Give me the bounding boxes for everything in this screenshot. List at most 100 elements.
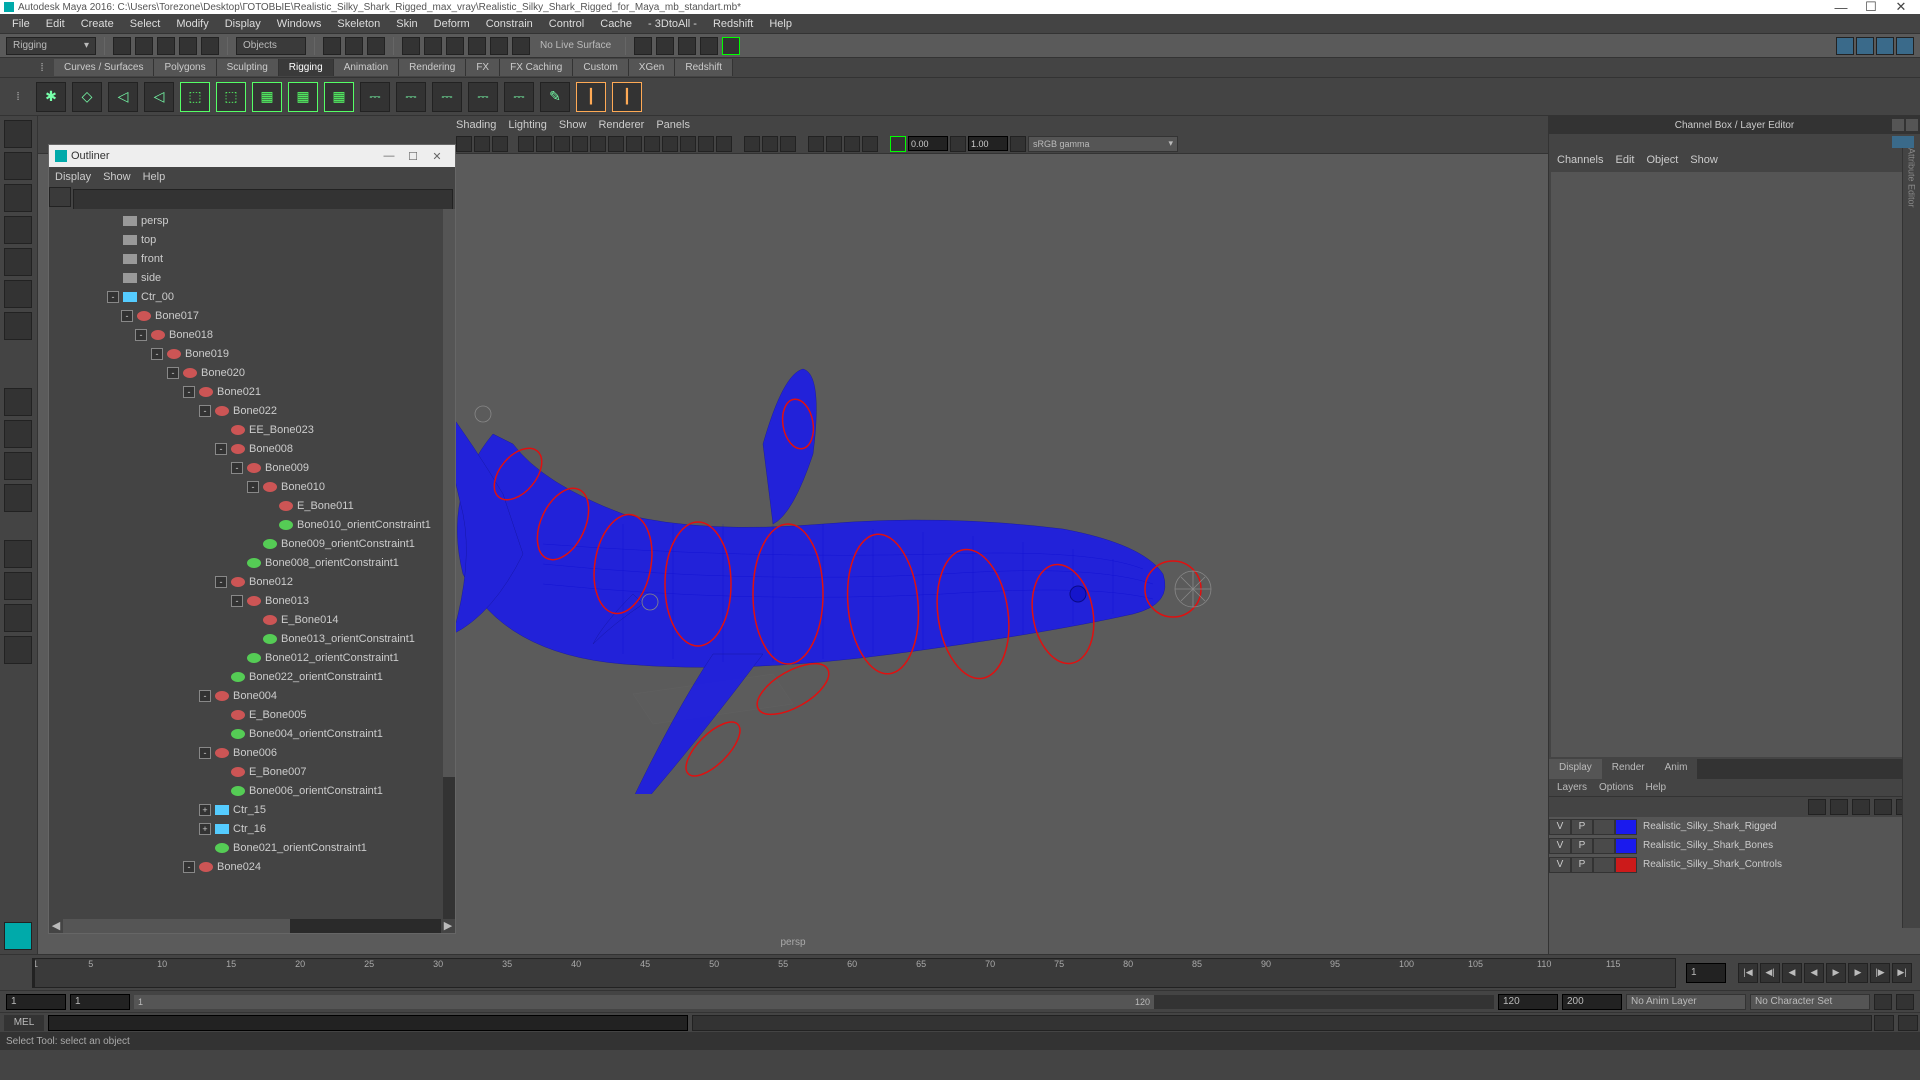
rigging-icon[interactable]: ◁ [108, 82, 138, 112]
snap-curve-icon[interactable] [345, 37, 363, 55]
layout-icon[interactable] [4, 540, 32, 568]
outliner-filter-icon[interactable] [49, 187, 71, 207]
outliner-menu-show[interactable]: Show [103, 171, 131, 183]
expand-icon[interactable]: - [151, 348, 163, 360]
layout-icon[interactable] [4, 604, 32, 632]
tree-item[interactable]: -Bone017 [53, 306, 451, 325]
layer-color-swatch[interactable] [1615, 857, 1637, 873]
joint-tool-icon[interactable]: ✱ [36, 82, 66, 112]
cb-menu-object[interactable]: Object [1646, 154, 1678, 166]
constraint-icon[interactable]: ⎓ [360, 82, 390, 112]
step-fwd-button[interactable]: ▶ [1848, 963, 1868, 983]
anim-layer-dropdown[interactable]: No Anim Layer [1626, 994, 1746, 1010]
tree-item[interactable]: Bone012_orientConstraint1 [53, 648, 451, 667]
time-slider[interactable]: 1510152025303540455055606570758085909510… [0, 954, 1920, 990]
cb-menu-edit[interactable]: Edit [1615, 154, 1634, 166]
layer-btn-icon[interactable] [1874, 799, 1892, 815]
sym-icon[interactable] [490, 37, 508, 55]
layout-icon[interactable] [4, 452, 32, 480]
live-surface-icon[interactable] [512, 37, 530, 55]
menu-constrain[interactable]: Constrain [478, 18, 541, 30]
menu-windows[interactable]: Windows [269, 18, 330, 30]
playback-end-field[interactable]: 120 [1498, 994, 1558, 1010]
layer-playback-toggle[interactable]: P [1571, 838, 1593, 854]
tree-item[interactable]: E_Bone014 [53, 610, 451, 629]
ik-handle-icon[interactable]: ◇ [72, 82, 102, 112]
outliner-hscroll[interactable]: ◀▶ [49, 919, 455, 933]
constraint-icon[interactable]: ⎓ [504, 82, 534, 112]
expand-icon[interactable]: - [199, 747, 211, 759]
menu-select[interactable]: Select [122, 18, 169, 30]
outliner-search-field[interactable] [73, 189, 453, 211]
layer-row[interactable]: VPRealistic_Silky_Shark_Rigged [1549, 817, 1920, 836]
tree-item[interactable]: -Bone006 [53, 743, 451, 762]
tree-item[interactable]: Bone004_orientConstraint1 [53, 724, 451, 743]
layer-tab-anim[interactable]: Anim [1655, 759, 1698, 779]
step-back-button[interactable]: ◀ [1782, 963, 1802, 983]
vp-icon[interactable] [716, 136, 732, 152]
render-settings-icon[interactable] [678, 37, 696, 55]
ipr-icon[interactable] [656, 37, 674, 55]
layer-tab-render[interactable]: Render [1602, 759, 1655, 779]
current-frame-field[interactable]: 1 [1686, 963, 1726, 983]
skin-bind-icon[interactable]: ⬚ [180, 82, 210, 112]
outliner-close-button[interactable]: ✕ [425, 150, 449, 163]
vp-menu-lighting[interactable]: Lighting [508, 119, 547, 131]
play-button[interactable]: ▶ [1826, 963, 1846, 983]
vp-icon[interactable] [826, 136, 842, 152]
sym-icon[interactable] [424, 37, 442, 55]
tree-item[interactable]: -Bone018 [53, 325, 451, 344]
menu-edit[interactable]: Edit [38, 18, 73, 30]
shelf-tab-polygons[interactable]: Polygons [154, 59, 216, 76]
vp-menu-panels[interactable]: Panels [656, 119, 690, 131]
command-input[interactable] [48, 1015, 688, 1031]
tree-item[interactable]: Bone022_orientConstraint1 [53, 667, 451, 686]
character-set-dropdown[interactable]: No Character Set [1750, 994, 1870, 1010]
layer-type-cell[interactable] [1593, 819, 1615, 835]
constraint-icon[interactable]: ⎓ [468, 82, 498, 112]
shelf-tab-xgen[interactable]: XGen [629, 59, 676, 76]
shelf-tab-animation[interactable]: Animation [334, 59, 399, 76]
layer-playback-toggle[interactable]: P [1571, 819, 1593, 835]
outliner-maximize-button[interactable]: ☐ [401, 150, 425, 163]
layer-color-swatch[interactable] [1615, 819, 1637, 835]
menu-file[interactable]: File [4, 18, 38, 30]
vp-textured-icon[interactable] [554, 136, 570, 152]
timeline-ruler[interactable]: 1510152025303540455055606570758085909510… [32, 958, 1676, 988]
layer-color-swatch[interactable] [1615, 838, 1637, 854]
layer-menu-options[interactable]: Options [1599, 782, 1633, 793]
expand-icon[interactable]: - [183, 861, 195, 873]
paint-weights-icon[interactable]: ✎ [540, 82, 570, 112]
vp-shaded-icon[interactable] [536, 136, 552, 152]
expand-icon[interactable]: + [199, 804, 211, 816]
tree-item[interactable]: Bone013_orientConstraint1 [53, 629, 451, 648]
expand-icon[interactable]: + [199, 823, 211, 835]
tree-item[interactable]: front [53, 249, 451, 268]
layer-type-cell[interactable] [1593, 838, 1615, 854]
minimize-button[interactable]: — [1826, 0, 1856, 15]
tree-item[interactable]: -Ctr_00 [53, 287, 451, 306]
layout-icon[interactable] [4, 572, 32, 600]
layout-single-icon[interactable] [4, 388, 32, 416]
menu-control[interactable]: Control [541, 18, 592, 30]
autokey-icon[interactable] [1874, 994, 1892, 1010]
shelf-tab-fx[interactable]: FX [466, 59, 500, 76]
cb-menu-channels[interactable]: Channels [1557, 154, 1603, 166]
snap-point-icon[interactable] [367, 37, 385, 55]
outliner-menu-help[interactable]: Help [143, 171, 166, 183]
expand-icon[interactable]: - [107, 291, 119, 303]
tree-item[interactable]: Bone008_orientConstraint1 [53, 553, 451, 572]
render-seq-icon[interactable] [700, 37, 718, 55]
vp-gamma-field[interactable]: 1.00 [968, 136, 1008, 151]
anim-end-field[interactable]: 200 [1562, 994, 1622, 1010]
snap-grid-icon[interactable] [323, 37, 341, 55]
constraint-icon[interactable]: ⎓ [432, 82, 462, 112]
sym-icon[interactable] [468, 37, 486, 55]
shelf-tab-custom[interactable]: Custom [573, 59, 628, 76]
expand-icon[interactable]: - [199, 405, 211, 417]
step-back-key-button[interactable]: ◀| [1760, 963, 1780, 983]
rotate-tool-icon[interactable] [4, 248, 32, 276]
select-tool-icon[interactable] [4, 120, 32, 148]
tree-item[interactable]: E_Bone007 [53, 762, 451, 781]
layout-icon[interactable] [4, 484, 32, 512]
